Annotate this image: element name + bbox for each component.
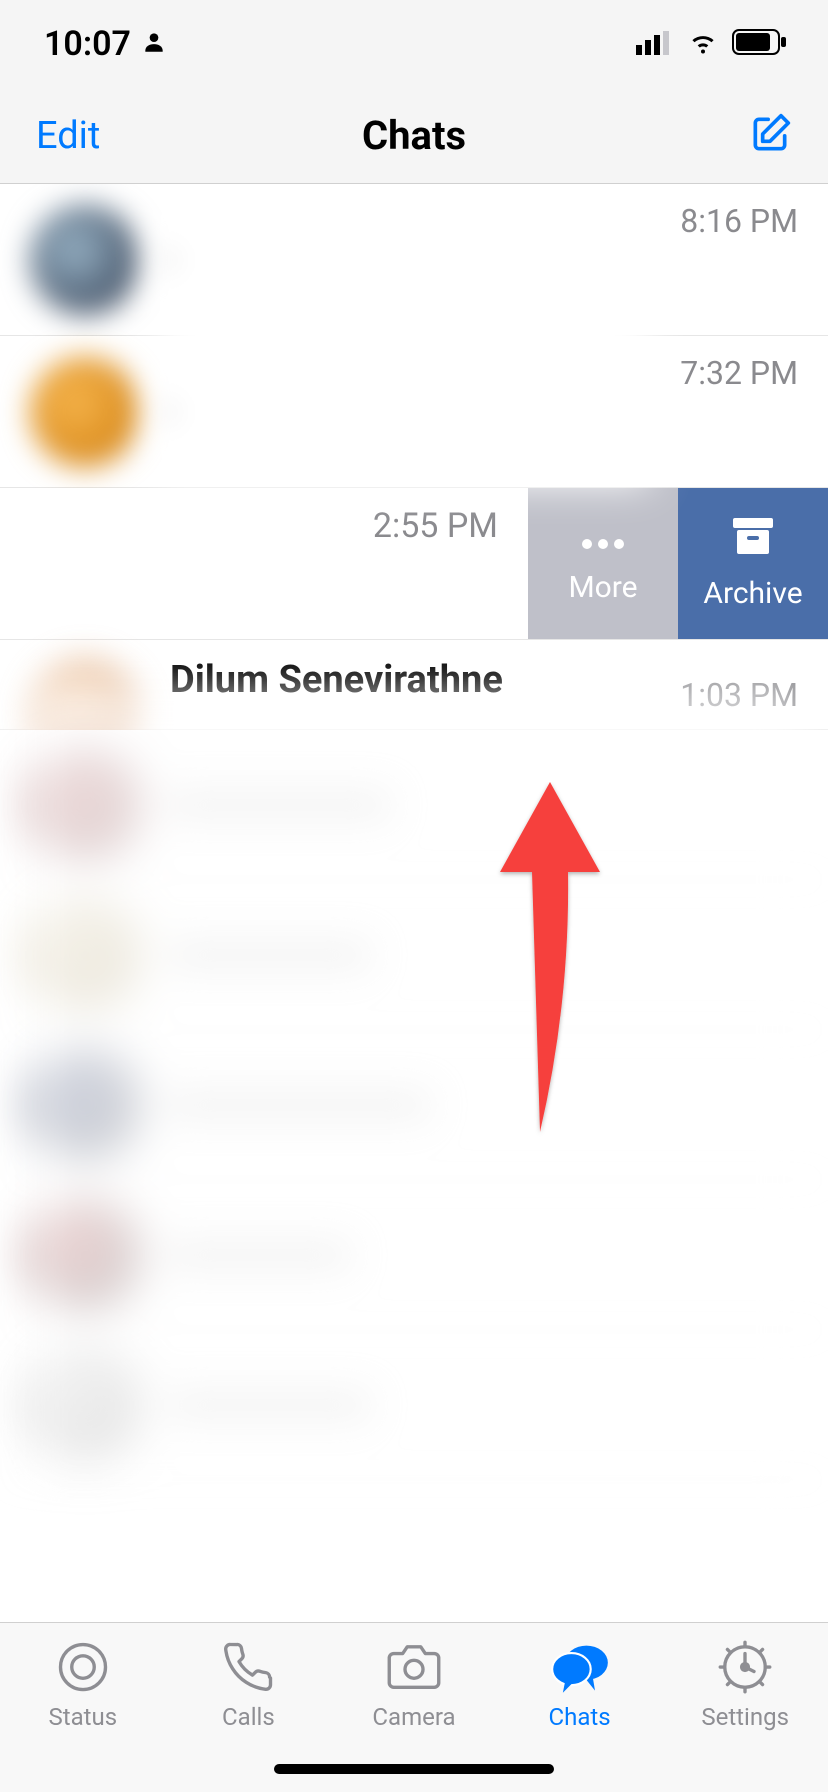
cellular-icon: [636, 24, 674, 64]
battery-icon: [732, 24, 788, 64]
compose-button[interactable]: [748, 112, 792, 160]
tab-label: Chats: [549, 1703, 611, 1731]
archive-button[interactable]: Archive: [678, 488, 828, 639]
redaction-overlay: [20, 684, 800, 1504]
tab-camera[interactable]: Camera: [344, 1637, 484, 1731]
chat-body: Gandhi onth Su Levu che?: [0, 520, 353, 607]
wifi-icon: [686, 24, 720, 64]
avatar: [30, 205, 140, 315]
chat-time: 2:55 PM: [373, 506, 498, 546]
chats-icon: [550, 1637, 610, 1697]
phone-icon: [218, 1637, 278, 1697]
edit-button[interactable]: Edit: [36, 114, 100, 158]
chat-row-swiped[interactable]: Gandhi onth Su Levu che? 2:55 PM More Ar…: [0, 488, 828, 640]
gear-icon: [715, 1637, 775, 1697]
nav-title: Chats: [362, 112, 466, 159]
status-left: 10:07: [44, 24, 167, 64]
chat-preview: onth Su Levu che?: [0, 568, 353, 607]
tab-status[interactable]: Status: [13, 1637, 153, 1731]
status-time: 10:07: [44, 24, 131, 64]
chat-list[interactable]: 8:16 PM 7:32 PM Gandhi onth Su Levu che?…: [0, 184, 828, 1622]
tab-label: Camera: [372, 1703, 455, 1731]
chat-time: 8:16 PM: [680, 202, 798, 240]
more-button[interactable]: More: [528, 488, 678, 639]
status-bar: 10:07: [0, 0, 828, 88]
swipe-actions: More Archive: [528, 488, 828, 639]
home-indicator[interactable]: [274, 1764, 554, 1774]
chat-name: Gandhi: [0, 520, 353, 564]
camera-icon: [384, 1637, 444, 1697]
status-icon: [53, 1637, 113, 1697]
tab-settings[interactable]: Settings: [675, 1637, 815, 1731]
more-icon: [579, 523, 627, 558]
redaction-overlay: [160, 184, 650, 484]
tab-bar: Status Calls Camera Chats Settings: [0, 1622, 828, 1792]
tab-chats[interactable]: Chats: [510, 1637, 650, 1731]
archive-label: Archive: [703, 576, 802, 611]
chat-time: 7:32 PM: [680, 354, 798, 392]
tab-calls[interactable]: Calls: [178, 1637, 318, 1731]
nav-bar: Edit Chats: [0, 88, 828, 184]
compose-icon: [748, 112, 792, 156]
archive-icon: [731, 516, 775, 564]
status-right: [636, 24, 788, 64]
chat-row-content[interactable]: Gandhi onth Su Levu che? 2:55 PM: [0, 488, 528, 639]
avatar: [30, 357, 140, 467]
tab-label: Settings: [701, 1703, 789, 1731]
tab-label: Status: [48, 1703, 117, 1731]
person-icon: [141, 24, 167, 64]
tab-label: Calls: [222, 1703, 275, 1731]
more-label: More: [568, 570, 637, 605]
